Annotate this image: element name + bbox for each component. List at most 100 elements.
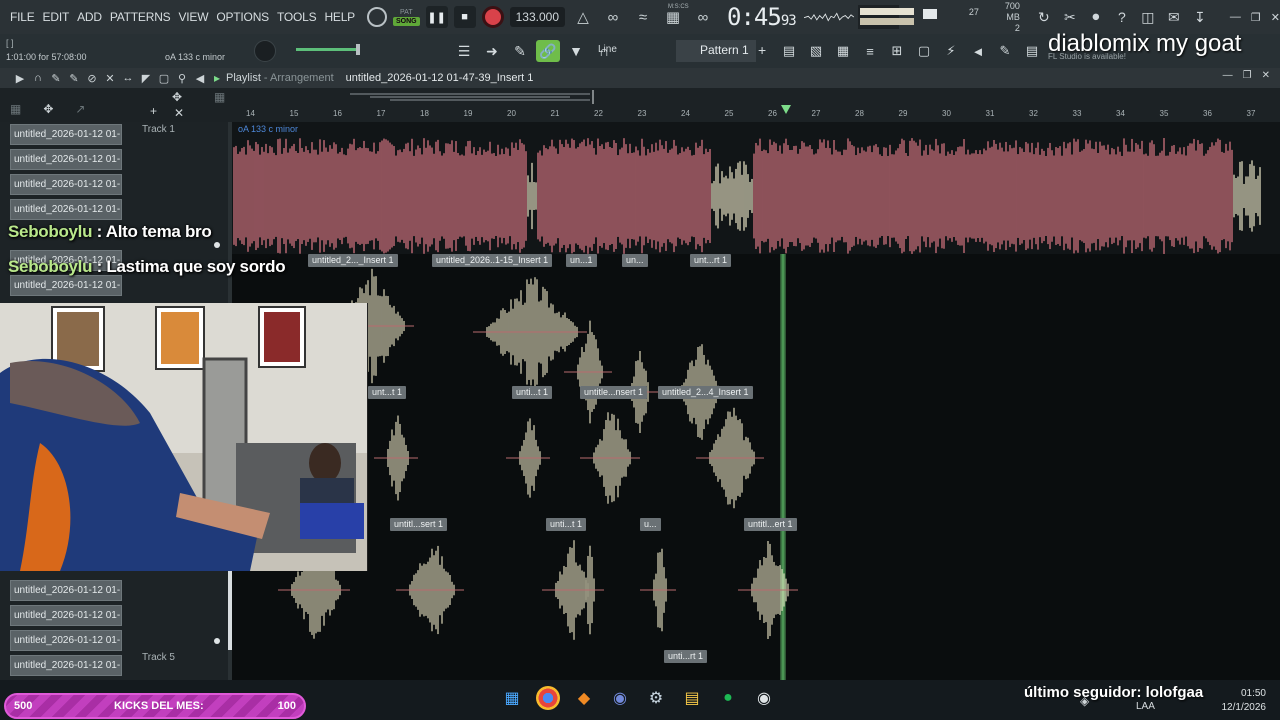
playlist-minimize-icon[interactable]: — — [1223, 70, 1233, 81]
paint-icon[interactable]: ✎ — [68, 72, 80, 85]
file-explorer-icon[interactable]: ▤ — [680, 686, 704, 710]
snap-mode-select[interactable]: Line — [598, 44, 617, 55]
pattern-picker-item[interactable]: untitled_2026-01-12 01-... — [10, 149, 122, 170]
clip-label[interactable]: unt...t 1 — [368, 386, 407, 399]
track-5-dot[interactable] — [214, 638, 220, 644]
master-volume-slider[interactable] — [296, 48, 360, 51]
step-edit-icon[interactable]: ≈ — [631, 9, 655, 26]
master-volume-thumb[interactable] — [356, 44, 360, 55]
clip-label[interactable]: unti...rt 1 — [664, 650, 708, 663]
system-clock[interactable]: 01:50 12/1/2026 — [1216, 687, 1267, 715]
spotify-icon[interactable]: ● — [716, 686, 740, 710]
song-time-display[interactable]: 0:4593 — [727, 3, 797, 31]
draw-icon[interactable]: ✎ — [50, 72, 62, 85]
pattern-picker-item[interactable]: untitled_2026-01-12 01-... — [10, 199, 122, 220]
menu-view[interactable]: VIEW — [174, 10, 212, 24]
timeline-ruler[interactable]: 14 15 16 17 18 19 20 21 22 23 24 25 26 27 28 29 30 31 32 33… — [232, 106, 1280, 122]
clip-label[interactable]: untitl...sert 1 — [390, 518, 448, 531]
track-2-dot[interactable] — [214, 242, 220, 248]
wifi-icon[interactable]: ◈ — [1080, 694, 1089, 708]
playlist-maximize-icon[interactable]: ❐ — [1243, 70, 1252, 81]
steam-icon[interactable]: ⚙ — [644, 686, 668, 710]
magnet-snap-icon[interactable]: ∩ — [32, 72, 44, 85]
piano-roll-icon[interactable]: ▦ — [832, 40, 854, 62]
channel-rack-icon[interactable]: ▧ — [805, 40, 827, 62]
clip-label[interactable]: unti...t 1 — [512, 386, 553, 399]
help-icon[interactable]: ? — [1112, 9, 1132, 26]
link-icon[interactable]: 🔗 — [536, 40, 560, 62]
arrangement-area[interactable]: oA 133 c minor untitled_2..._Insert 1 un… — [232, 122, 1280, 680]
plugin-icon[interactable]: ⚡ — [940, 40, 962, 62]
restore-icon[interactable]: ❐ — [1251, 11, 1261, 24]
pattern-picker-item[interactable]: untitled_2026-01-12 01-... — [10, 174, 122, 195]
clip-label[interactable]: untitled_2...4_Insert 1 — [658, 386, 753, 399]
input-language[interactable]: LAA — [1136, 701, 1155, 712]
song-overview[interactable] — [350, 90, 600, 104]
menu-options[interactable]: OPTIONS — [212, 10, 273, 24]
mute-icon[interactable]: ✕ — [104, 72, 116, 85]
select-icon[interactable]: ▢ — [158, 72, 170, 85]
stop-icon[interactable]: ■ — [453, 6, 476, 28]
blend-notes-icon[interactable]: ∞ — [691, 9, 715, 26]
pat-song-toggle[interactable]: PAT SONG — [393, 8, 420, 26]
track-5-label[interactable]: Track 5 — [142, 652, 175, 663]
playlist-close-icon[interactable]: ✕ — [1262, 70, 1270, 81]
download-icon[interactable]: ↧ — [1190, 9, 1210, 26]
slip-icon[interactable]: ↔ — [122, 72, 134, 85]
clip-label[interactable]: untitled_2026..1-15_Insert 1 — [432, 254, 553, 267]
slice-icon[interactable]: ◤ — [140, 72, 152, 85]
clip-label[interactable]: u... — [640, 518, 661, 531]
chat-icon[interactable]: ✉ — [1164, 9, 1184, 26]
automation-icon[interactable]: ↗ — [75, 102, 85, 116]
delete-icon[interactable]: ⊘ — [86, 72, 98, 85]
zoom-icon[interactable]: ⚲ — [176, 72, 188, 85]
pattern-picker-item[interactable]: untitled_2026-01-12 01-... — [10, 630, 122, 651]
arrow-right-icon[interactable]: ➜ — [480, 40, 504, 62]
pattern-picker-item[interactable]: untitled_2026-01-12 01-... — [10, 124, 122, 145]
menu-edit[interactable]: EDIT — [39, 10, 74, 24]
menu-patterns[interactable]: PATTERNS — [106, 10, 175, 24]
play-arrow-icon[interactable]: ▶ — [14, 72, 26, 85]
typing-keyboard-icon[interactable]: ▦ — [661, 8, 685, 26]
pattern-select[interactable]: Pattern 1 — [676, 40, 756, 62]
loop-record-icon[interactable]: ∞ — [601, 9, 625, 26]
clip-label[interactable]: untitled_2..._Insert 1 — [308, 254, 398, 267]
clip-waveforms[interactable] — [232, 122, 1280, 680]
undo-icon[interactable]: ↻ — [1034, 9, 1054, 26]
menu-tools[interactable]: TOOLS — [273, 10, 320, 24]
menu-file[interactable]: FILE — [6, 10, 39, 24]
master-pitch-knob[interactable] — [254, 40, 276, 62]
clip-label[interactable]: un... — [622, 254, 648, 267]
tempo-tap-icon[interactable]: ◄ — [967, 40, 989, 62]
pattern-picker-item[interactable]: untitled_2026-01-12 01-... — [10, 605, 122, 626]
record-icon[interactable] — [481, 6, 504, 28]
fl-studio-icon[interactable]: ◆ — [572, 686, 596, 710]
pattern-picker-item[interactable]: untitled_2026-01-12 01-... — [10, 580, 122, 601]
menu-help[interactable]: HELP — [320, 10, 359, 24]
pencil-icon[interactable]: ✎ — [508, 40, 532, 62]
move-track-icon[interactable]: ✥ — [172, 90, 182, 104]
clip-label[interactable]: untitl...ert 1 — [744, 518, 797, 531]
browser-icon[interactable]: ▢ — [913, 40, 935, 62]
hint-circle-icon[interactable] — [367, 7, 387, 27]
hand-icon[interactable]: ✎ — [994, 40, 1016, 62]
pattern-picker-item[interactable]: untitled_2026-01-12 01-... — [10, 275, 122, 296]
windows-start-icon[interactable]: ▦ — [500, 686, 524, 710]
clip-label[interactable]: unt...rt 1 — [690, 254, 732, 267]
mixer-icon[interactable]: ≡ — [859, 40, 881, 62]
discord-icon[interactable]: ◉ — [608, 686, 632, 710]
chrome-icon[interactable] — [536, 686, 560, 710]
add-pattern-icon[interactable]: + — [758, 42, 766, 58]
delete-track-icon[interactable]: ✕ — [174, 106, 184, 120]
routing-icon[interactable]: ⊞ — [886, 40, 908, 62]
save-icon[interactable]: ◫ — [1138, 9, 1158, 26]
clip-label[interactable]: untitle...nsert 1 — [580, 386, 648, 399]
grid-icon[interactable]: ▦ — [214, 90, 225, 104]
cut-icon[interactable]: ✂ — [1060, 9, 1080, 26]
menu-add[interactable]: ADD — [73, 10, 106, 24]
clip-label[interactable]: un...1 — [566, 254, 597, 267]
clip-label[interactable]: unti...t 1 — [546, 518, 587, 531]
playlist-icon[interactable]: ▤ — [778, 40, 800, 62]
mic-icon[interactable]: ⚫ — [1086, 9, 1106, 26]
stamp-icon[interactable]: ▼ — [564, 40, 588, 62]
